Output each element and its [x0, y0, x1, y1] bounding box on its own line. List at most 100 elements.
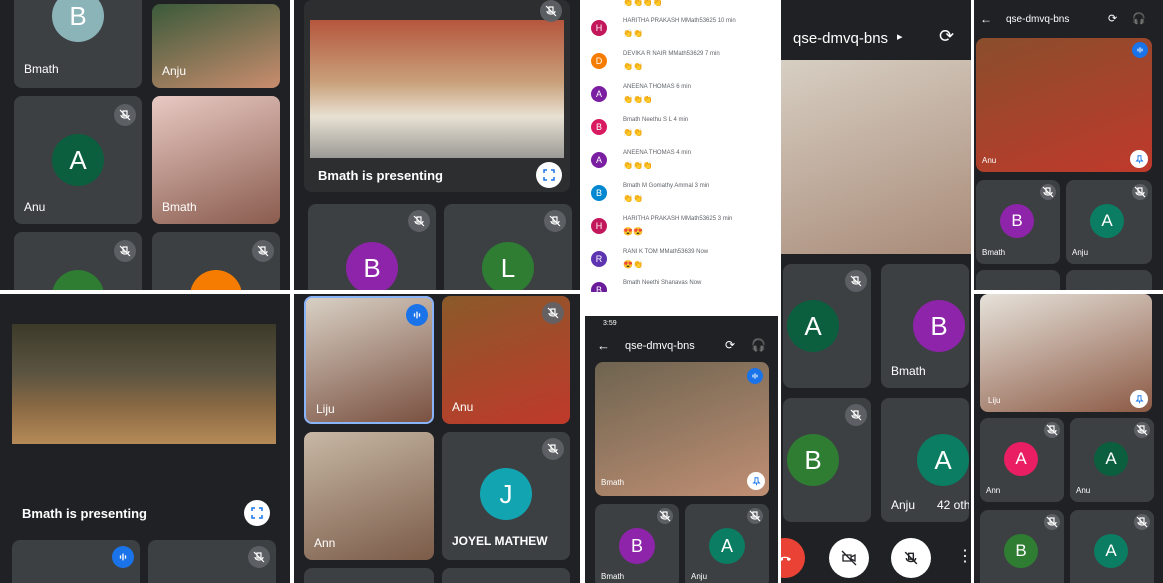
avatar: A [787, 300, 839, 352]
avatar: A [52, 134, 104, 186]
participant-tile[interactable]: A Ann [980, 418, 1064, 502]
chat-message-text: 👏👏 [623, 194, 643, 203]
participant-tile[interactable]: B Bmath [595, 504, 679, 583]
chat-sender: RANI K TOM MMath53639 Now [623, 249, 709, 255]
meeting-code[interactable]: qse-dmvq-bns [1006, 14, 1069, 25]
participant-name: Bmath [24, 62, 59, 76]
participant-tile[interactable]: A [783, 264, 871, 388]
participant-name: Anu [982, 156, 997, 165]
camera-off-button[interactable] [829, 538, 869, 578]
participant-tile[interactable] [148, 540, 276, 583]
avatar: A [1090, 204, 1124, 238]
participant-tile[interactable] [442, 568, 570, 583]
participant-tile[interactable]: B Bmath [881, 264, 969, 388]
chat-message-text: 👏👏 [623, 29, 643, 38]
meet-presentation-panel-1: Bmath is presenting B L [294, 0, 580, 290]
participant-name: Bmath [891, 364, 926, 378]
participant-tile[interactable]: A Anju [1066, 180, 1152, 264]
fullscreen-button[interactable] [536, 162, 562, 188]
participant-tile[interactable] [12, 540, 140, 583]
pin-icon[interactable] [1130, 390, 1148, 408]
participant-name: Liju [988, 396, 1001, 405]
mic-off-icon [657, 508, 673, 524]
participant-tile[interactable]: B Bmath [14, 0, 142, 88]
participant-tile[interactable]: A Anu [1070, 418, 1154, 502]
chat-message: 👏👏👏👏 [591, 0, 776, 8]
participant-tile[interactable] [1066, 270, 1152, 290]
avatar: A [1094, 534, 1128, 568]
mic-off-icon [544, 210, 566, 232]
fullscreen-button[interactable] [244, 500, 270, 526]
participant-video-tile[interactable]: Ann [304, 432, 434, 560]
participant-tile[interactable]: B [980, 510, 1064, 583]
meeting-code[interactable]: qse-dmvq-bns [793, 30, 888, 47]
switch-camera-icon[interactable]: ⟳ [939, 26, 954, 47]
participant-name: Liju [316, 402, 335, 416]
mic-off-button[interactable] [891, 538, 931, 578]
participant-tile[interactable]: A Anju 42 oth [881, 398, 969, 522]
switch-camera-icon[interactable]: ⟳ [725, 338, 735, 352]
participant-name: Bmath [601, 478, 625, 487]
hang-up-button[interactable] [781, 538, 805, 578]
participant-name: Anju [691, 572, 708, 581]
presentation-video [12, 324, 276, 444]
mic-off-icon [252, 240, 274, 262]
meet-phone-panel-3: ← qse-dmvq-bns ⟳ 🎧 Anu B Bmath A Anju [974, 0, 1163, 290]
presentation-tile[interactable]: Bmath is presenting [304, 0, 570, 192]
mic-off-icon [1134, 514, 1150, 530]
pin-icon[interactable] [747, 472, 765, 490]
participant-tile[interactable] [304, 568, 434, 583]
avatar: J [480, 468, 532, 520]
participant-video [781, 60, 971, 254]
participant-tile[interactable] [152, 232, 280, 290]
mic-off-icon [540, 0, 562, 22]
participant-video-tile[interactable]: Anju [152, 4, 280, 88]
chat-message-text: 😍👏 [623, 260, 643, 269]
pin-icon[interactable] [1130, 150, 1148, 168]
participant-video-tile[interactable]: Bmath [152, 96, 280, 224]
meeting-code[interactable]: qse-dmvq-bns [625, 340, 695, 352]
sender-avatar: H [591, 20, 607, 36]
chat-panel: 👏👏👏👏 H HARITHA PRAKASH MMath53625 10 min… [585, 0, 778, 292]
participant-video-tile[interactable]: Anu [442, 296, 570, 424]
others-count[interactable]: 42 oth [937, 498, 969, 512]
participant-video-tile[interactable]: Anu [976, 38, 1152, 172]
participant-tile[interactable]: A Anu [14, 96, 142, 224]
avatar: A [709, 528, 745, 564]
back-arrow-icon[interactable]: ← [597, 338, 610, 353]
participant-tile[interactable]: A [1070, 510, 1154, 583]
phone-icon [781, 556, 791, 561]
back-arrow-icon[interactable]: ← [980, 12, 992, 26]
mic-off-icon [1044, 514, 1060, 530]
mic-off-icon [845, 270, 867, 292]
participant-name: JOYEL MATHEW [452, 534, 548, 548]
participant-video-tile[interactable]: Bmath [595, 362, 769, 496]
participant-tile[interactable]: L [444, 204, 572, 290]
switch-camera-icon[interactable]: ⟳ [1108, 12, 1117, 25]
chat-sender: HARITHA PRAKASH MMath53625 10 min [623, 18, 736, 24]
participant-tile[interactable]: A Anju [685, 504, 769, 583]
participant-tile[interactable] [976, 270, 1060, 290]
mic-off-icon [1132, 184, 1148, 200]
avatar: L [482, 242, 534, 290]
mic-off-icon [747, 508, 763, 524]
participant-name: Anju [891, 498, 916, 512]
more-options-icon[interactable]: ⋮ [957, 546, 971, 566]
participant-name: Anju [162, 64, 187, 78]
video-off-icon [841, 550, 857, 566]
participant-tile[interactable]: J JOYEL MATHEW [442, 432, 570, 560]
participant-tile[interactable]: B [783, 398, 871, 522]
mic-off-icon [1134, 422, 1150, 438]
chevron-right-icon: ▸ [897, 31, 903, 43]
sender-avatar: A [591, 152, 607, 168]
participant-video-tile[interactable]: Liju [980, 294, 1152, 412]
chat-sender: Bmath Neethi Shanavas Now [623, 280, 702, 286]
participant-video-tile[interactable]: Liju [304, 296, 434, 424]
headphones-icon[interactable]: 🎧 [751, 338, 766, 352]
mic-off-icon [114, 240, 136, 262]
participant-tile[interactable]: B Bmath [976, 180, 1060, 264]
headphones-icon[interactable]: 🎧 [1132, 12, 1146, 25]
participant-tile[interactable] [14, 232, 142, 290]
participant-tile[interactable]: B [308, 204, 436, 290]
mic-off-icon [1044, 422, 1060, 438]
